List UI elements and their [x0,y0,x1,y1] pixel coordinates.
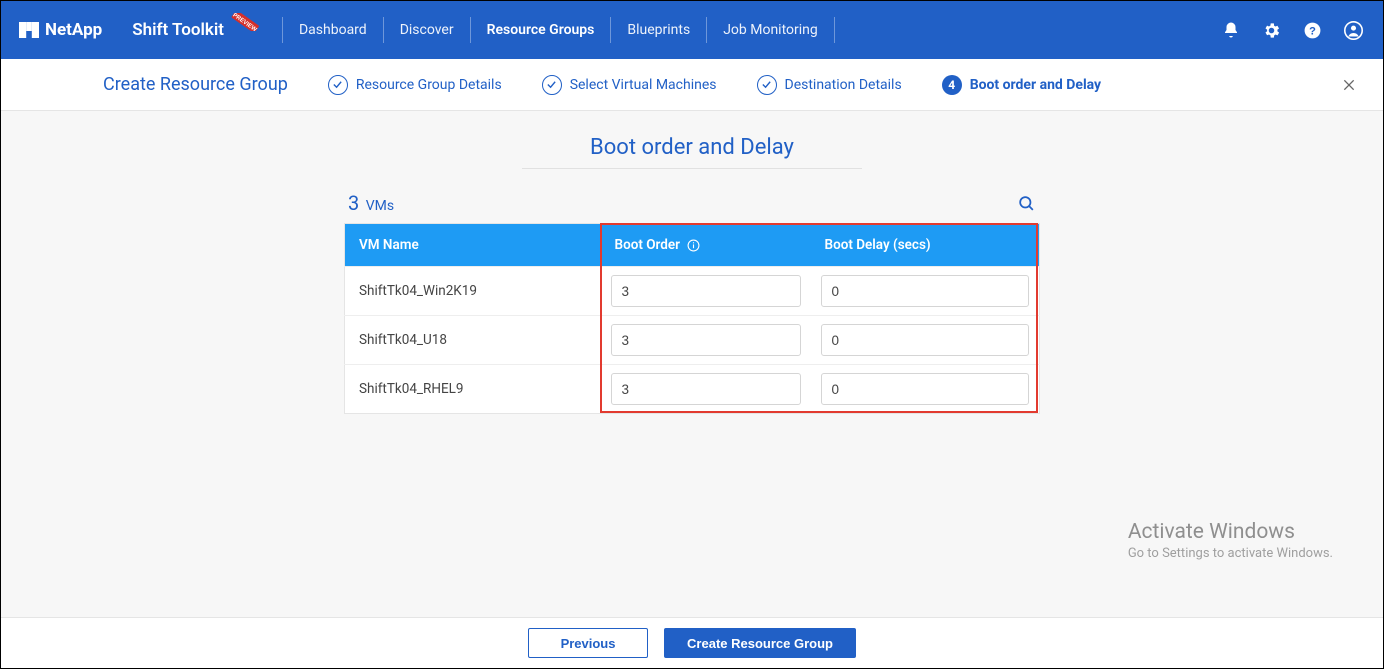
step-resource-group-details[interactable]: Resource Group Details [328,75,502,95]
nav-separator [834,17,835,43]
boot-delay-input[interactable] [821,275,1030,307]
brand-name: NetApp [45,20,102,40]
boot-order-input[interactable] [611,373,801,405]
wizard-header: Create Resource Group Resource Group Det… [1,59,1383,111]
table-row: ShiftTk04_U18 [345,316,1040,365]
nav-discover[interactable]: Discover [384,17,470,43]
app-title: Shift Toolkit PREVIEW [132,19,282,42]
info-icon[interactable] [687,239,700,252]
wizard-footer: Previous Create Resource Group [1,617,1383,668]
windows-watermark: Activate Windows Go to Settings to activ… [1128,520,1333,561]
vm-count-number: 3 [348,191,359,215]
page-heading: Boot order and Delay [1,135,1383,160]
brand-logo: NetApp [19,20,102,40]
col-boot-order-text: Boot Order [615,237,681,253]
wizard-steps: Resource Group Details Select Virtual Ma… [328,75,1101,95]
search-icon[interactable] [1017,194,1036,213]
svg-text:?: ? [1309,25,1316,37]
nav-blueprints[interactable]: Blueprints [611,17,706,43]
help-icon[interactable]: ? [1303,21,1322,40]
watermark-line2: Go to Settings to activate Windows. [1128,546,1333,561]
table-row: ShiftTk04_RHEL9 [345,365,1040,414]
col-boot-delay: Boot Delay (secs) [811,224,1040,267]
step-label: Boot order and Delay [970,77,1101,93]
boot-delay-input[interactable] [821,324,1030,356]
user-icon[interactable] [1344,21,1363,40]
vm-name-cell: ShiftTk04_RHEL9 [345,365,601,414]
top-navbar: NetApp Shift Toolkit PREVIEW Dashboard D… [1,1,1383,59]
boot-order-input[interactable] [611,275,801,307]
step-boot-order[interactable]: 4 Boot order and Delay [942,75,1101,95]
check-icon [542,75,562,95]
boot-delay-input[interactable] [821,373,1030,405]
step-destination-details[interactable]: Destination Details [757,75,902,95]
main-content: Boot order and Delay 3 VMs VM Name Boot … [1,111,1383,617]
preview-badge-icon: PREVIEW [228,13,262,36]
netapp-logo-icon [19,22,39,38]
app-title-text: Shift Toolkit [132,20,224,40]
wizard-title: Create Resource Group [103,74,288,95]
close-icon[interactable] [1341,77,1357,93]
nav-dashboard[interactable]: Dashboard [283,17,383,43]
create-resource-group-button[interactable]: Create Resource Group [664,628,856,658]
step-number: 4 [942,75,962,95]
vm-table-wrap: 3 VMs VM Name Boot Order Boot Delay (sec [344,191,1040,414]
previous-button[interactable]: Previous [528,628,648,658]
heading-underline [522,168,862,169]
step-label: Resource Group Details [356,77,502,93]
check-icon [328,75,348,95]
nav-links: Dashboard Discover Resource Groups Bluep… [283,17,835,43]
nav-right: ? [1222,21,1363,40]
nav-resource-groups[interactable]: Resource Groups [471,17,611,43]
step-label: Destination Details [785,77,902,93]
vm-count: 3 VMs [348,191,394,215]
step-label: Select Virtual Machines [570,77,717,93]
bell-icon[interactable] [1222,21,1240,39]
vm-count-label: VMs [366,198,394,214]
boot-order-input[interactable] [611,324,801,356]
check-icon [757,75,777,95]
table-header-row: VM Name Boot Order Boot Delay (secs) [345,224,1040,267]
col-boot-order: Boot Order [601,224,811,267]
table-topbar: 3 VMs [344,191,1040,215]
vm-table: VM Name Boot Order Boot Delay (secs) Shi… [344,223,1040,414]
step-select-vms[interactable]: Select Virtual Machines [542,75,717,95]
col-vm-name: VM Name [345,224,601,267]
table-row: ShiftTk04_Win2K19 [345,267,1040,316]
nav-job-monitoring[interactable]: Job Monitoring [707,17,834,43]
vm-name-cell: ShiftTk04_U18 [345,316,601,365]
vm-name-cell: ShiftTk04_Win2K19 [345,267,601,316]
watermark-line1: Activate Windows [1128,520,1333,544]
gear-icon[interactable] [1262,21,1281,40]
